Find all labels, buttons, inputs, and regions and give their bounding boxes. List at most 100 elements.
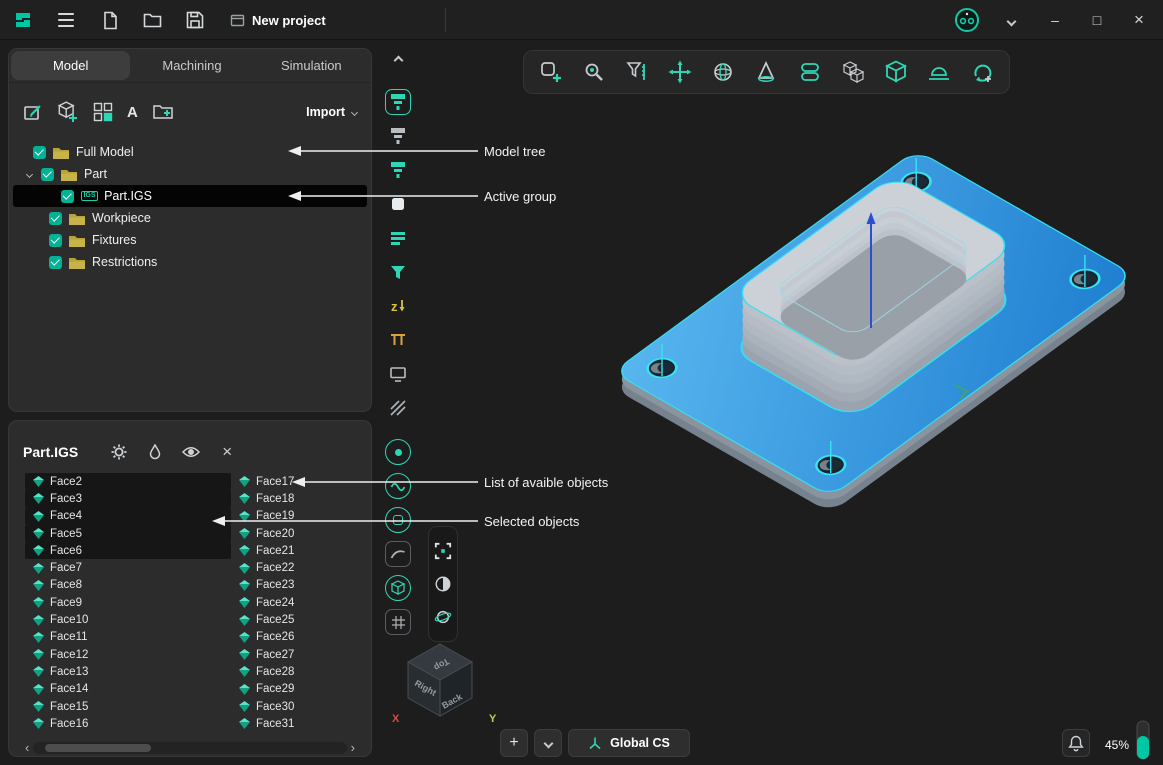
maximize-button[interactable]: □	[1084, 8, 1110, 32]
tree-item-fixtures[interactable]: Fixtures	[13, 229, 367, 251]
machine-schematic-icon[interactable]	[385, 123, 411, 149]
rotate-sphere-icon[interactable]	[707, 56, 739, 88]
checkbox-checked[interactable]	[49, 212, 62, 225]
checkbox-checked[interactable]	[41, 168, 54, 181]
face-item[interactable]: Face25	[231, 611, 361, 628]
face-item[interactable]: Face19	[231, 508, 361, 525]
points-filter-icon[interactable]	[385, 439, 411, 465]
assistant-expand-button[interactable]	[1000, 12, 1022, 30]
face-item[interactable]: Face10	[25, 611, 231, 628]
face-item[interactable]: Face14	[25, 681, 231, 698]
gear-icon[interactable]	[108, 441, 130, 463]
sheets-filter-icon[interactable]	[385, 541, 411, 567]
face-item[interactable]: Face27	[231, 646, 361, 663]
main-menu-button[interactable]	[54, 9, 78, 31]
screen-icon[interactable]	[385, 361, 411, 387]
face-item[interactable]: Face6	[25, 542, 231, 559]
face-item[interactable]: Face31	[231, 715, 361, 732]
face-item[interactable]: Face3	[25, 490, 231, 507]
import-button[interactable]: Import	[306, 105, 357, 119]
meshes-filter-icon[interactable]	[385, 609, 411, 635]
tab-simulation[interactable]: Simulation	[252, 49, 371, 82]
new-operation-icon[interactable]	[535, 56, 567, 88]
rotate-view-icon[interactable]	[434, 608, 452, 626]
checkbox-checked[interactable]	[49, 234, 62, 247]
save-project-button[interactable]	[183, 9, 207, 31]
checkbox-checked[interactable]	[49, 256, 62, 269]
notifications-button[interactable]	[1062, 729, 1090, 757]
add-folder-icon[interactable]	[152, 102, 174, 122]
scrollbar-track[interactable]	[33, 742, 346, 754]
face-item[interactable]: Face13	[25, 663, 231, 680]
tool-setup-icon[interactable]	[621, 56, 653, 88]
tree-item-restrictions[interactable]: Restrictions	[13, 251, 367, 273]
transform-axes-icon[interactable]	[966, 56, 998, 88]
filter-icon[interactable]	[385, 259, 411, 285]
workpiece-dome-icon[interactable]	[923, 56, 955, 88]
machine-view-icon[interactable]	[385, 89, 411, 115]
eye-icon[interactable]	[180, 441, 202, 463]
face-item[interactable]: Face2	[25, 473, 231, 490]
assistant-icon[interactable]	[955, 8, 979, 32]
stock-setup-icon[interactable]	[794, 56, 826, 88]
face-item[interactable]: Face26	[231, 629, 361, 646]
face-item[interactable]: Face9	[25, 594, 231, 611]
new-file-button[interactable]	[98, 9, 122, 31]
tab-machining[interactable]: Machining	[132, 49, 251, 82]
face-item[interactable]: Face21	[231, 542, 361, 559]
interpreter-view-icon[interactable]	[385, 157, 411, 183]
face-item[interactable]: Face28	[231, 663, 361, 680]
toolbar-scroll-up-button[interactable]	[385, 47, 411, 73]
face-item[interactable]: Face29	[231, 681, 361, 698]
fixtures-setup-icon[interactable]	[837, 56, 869, 88]
hatch-icon[interactable]	[385, 395, 411, 421]
add-cs-button[interactable]: +	[500, 729, 528, 757]
shading-mode-icon[interactable]	[434, 575, 452, 593]
cs-dropdown-button[interactable]	[534, 729, 562, 757]
checkbox-checked[interactable]	[61, 190, 74, 203]
face-item[interactable]: Face15	[25, 698, 231, 715]
face-item[interactable]: Face24	[231, 594, 361, 611]
minimize-button[interactable]: –	[1042, 8, 1068, 32]
face-item[interactable]: Face8	[25, 577, 231, 594]
chamfer-tool-icon[interactable]	[750, 56, 782, 88]
scrollbar-thumb[interactable]	[45, 744, 151, 752]
tree-item-part-igs-selected[interactable]: IGS Part.IGS	[13, 185, 367, 207]
tree-item-full-model[interactable]: Full Model	[13, 141, 367, 163]
scroll-left-icon[interactable]: ‹	[25, 741, 29, 754]
checkbox-checked[interactable]	[33, 146, 46, 159]
face-item[interactable]: Face22	[231, 559, 361, 576]
close-panel-icon[interactable]: ×	[216, 441, 238, 463]
surfaces-filter-icon[interactable]	[385, 507, 411, 533]
face-item[interactable]: Face23	[231, 577, 361, 594]
face-item[interactable]: Face12	[25, 646, 231, 663]
open-project-button[interactable]	[140, 9, 164, 31]
face-item[interactable]: Face16	[25, 715, 231, 732]
face-item[interactable]: Face4	[25, 508, 231, 525]
curves-filter-icon[interactable]	[385, 473, 411, 499]
z-level-icon[interactable]: z	[385, 293, 411, 319]
text-tool-icon[interactable]: A	[127, 104, 138, 121]
part-setup-icon[interactable]	[880, 56, 912, 88]
expander-chevron-icon[interactable]	[26, 170, 33, 177]
inspect-geometry-icon[interactable]	[578, 56, 610, 88]
face-item[interactable]: Face18	[231, 490, 361, 507]
workpiece-view-icon[interactable]	[385, 191, 411, 217]
tab-model[interactable]: Model	[11, 51, 130, 80]
face-item[interactable]: Face5	[25, 525, 231, 542]
navigation-cube[interactable]: Top Right Back X Y	[390, 636, 500, 732]
tree-item-part[interactable]: Part	[13, 163, 367, 185]
solids-filter-icon[interactable]	[385, 575, 411, 601]
tree-item-workpiece[interactable]: Workpiece	[13, 207, 367, 229]
droplet-icon[interactable]	[144, 441, 166, 463]
global-cs-button[interactable]: Global CS	[568, 729, 690, 757]
close-button[interactable]: ×	[1126, 8, 1152, 32]
face-item[interactable]: Face11	[25, 629, 231, 646]
face-item[interactable]: Face20	[231, 525, 361, 542]
sketch-icon[interactable]	[23, 102, 43, 122]
layers-view-icon[interactable]	[385, 225, 411, 251]
fit-view-icon[interactable]	[434, 542, 452, 560]
pattern-icon[interactable]	[93, 102, 113, 122]
move-object-icon[interactable]	[664, 56, 696, 88]
face-item[interactable]: Face7	[25, 559, 231, 576]
